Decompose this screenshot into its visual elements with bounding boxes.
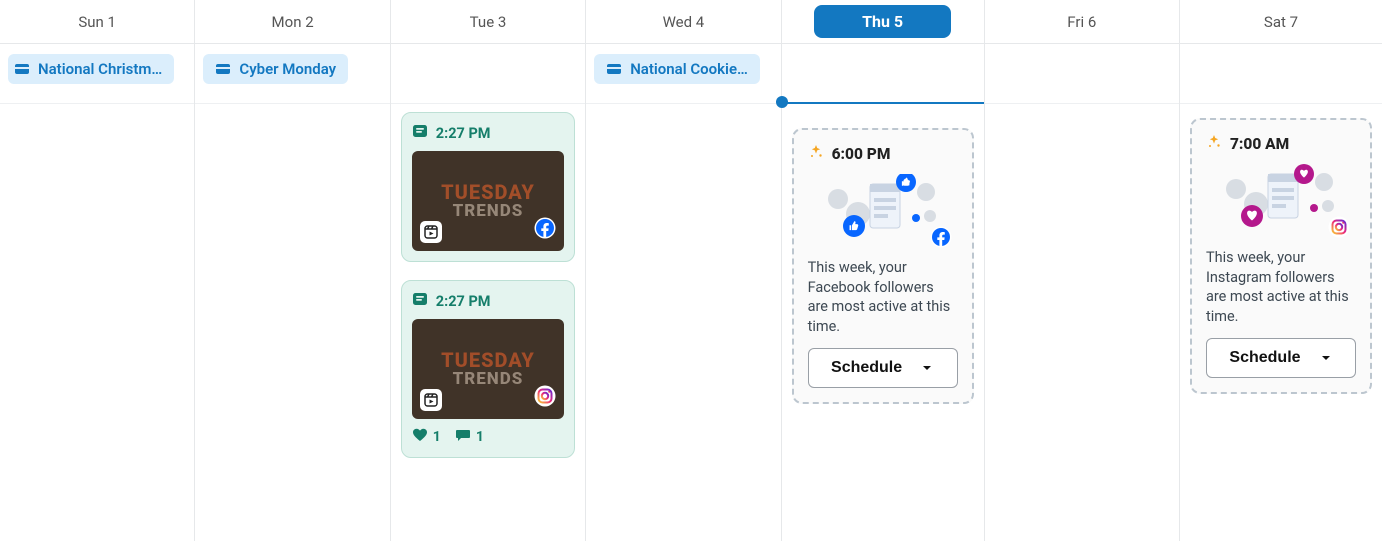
schedule-button[interactable]: Schedule xyxy=(1206,338,1356,378)
holiday-chip-wed[interactable]: National Cookie… xyxy=(594,54,760,84)
thumb-subtitle: TRENDS xyxy=(441,371,535,389)
suggestion-art xyxy=(808,174,958,248)
holiday-label: National Christm… xyxy=(38,60,162,78)
day-header-thu[interactable]: Thu 5 xyxy=(782,0,984,44)
day-header-mon[interactable]: Mon 2 xyxy=(195,0,389,44)
day-content-tue: 2:27 PM TUESDAY TRENDS xyxy=(391,102,585,458)
day-column-mon: Mon 2 Cyber Monday xyxy=(195,0,390,541)
day-label: Sun 1 xyxy=(78,13,116,31)
day-header-tue[interactable]: Tue 3 xyxy=(391,0,585,44)
day-label: Wed 4 xyxy=(663,13,705,31)
heart-icon xyxy=(412,427,428,447)
card-icon xyxy=(14,61,30,77)
post-time: 2:27 PM xyxy=(436,293,491,310)
post-stats: 1 1 xyxy=(412,427,564,447)
instagram-icon xyxy=(534,385,556,411)
day-column-fri: Fri 6 xyxy=(985,0,1180,541)
event-lane-sun: National Christm… xyxy=(0,44,194,102)
comments-count: 1 xyxy=(476,429,484,445)
suggestion-time: 7:00 AM xyxy=(1230,135,1289,153)
day-content-sat: 7:00 AM xyxy=(1180,102,1382,394)
day-label: Sat 7 xyxy=(1264,13,1298,31)
day-column-thu: Thu 5 6:00 PM xyxy=(782,0,985,541)
event-lane-mon: Cyber Monday xyxy=(195,44,389,102)
day-header-wed[interactable]: Wed 4 xyxy=(586,0,780,44)
post-thumbnail: TUESDAY TRENDS xyxy=(412,319,564,419)
suggestion-text: This week, your Instagram followers are … xyxy=(1206,248,1356,326)
post-thumbnail: TUESDAY TRENDS xyxy=(412,151,564,251)
day-header-sat[interactable]: Sat 7 xyxy=(1180,0,1382,44)
likes-count: 1 xyxy=(433,429,441,445)
day-column-sat: Sat 7 7:00 AM xyxy=(1180,0,1382,541)
day-column-tue: Tue 3 2:27 PM TUESDAY TRENDS xyxy=(391,0,586,541)
suggestion-time: 6:00 PM xyxy=(832,145,891,163)
post-type-icon xyxy=(412,291,428,311)
holiday-chip-mon[interactable]: Cyber Monday xyxy=(203,54,348,84)
sparkle-icon xyxy=(1206,134,1222,154)
comment-icon xyxy=(455,427,471,447)
schedule-button-label: Schedule xyxy=(831,359,902,377)
suggestion-head: 7:00 AM xyxy=(1206,134,1356,154)
event-lane-wed: National Cookie… xyxy=(586,44,780,102)
suggestion-head: 6:00 PM xyxy=(808,144,958,164)
day-header-fri[interactable]: Fri 6 xyxy=(985,0,1179,44)
holiday-chip-sun[interactable]: National Christm… xyxy=(8,54,174,84)
facebook-icon xyxy=(534,217,556,243)
day-content-thu: 6:00 PM xyxy=(782,102,984,404)
post-card-fb[interactable]: 2:27 PM TUESDAY TRENDS xyxy=(401,112,575,262)
card-icon xyxy=(606,61,622,77)
day-label: Mon 2 xyxy=(272,13,314,31)
today-pill: Thu 5 xyxy=(814,5,951,38)
day-column-sun: Sun 1 National Christm… xyxy=(0,0,195,541)
instagram-icon xyxy=(1328,216,1350,242)
post-card-ig[interactable]: 2:27 PM TUESDAY TRENDS xyxy=(401,280,575,458)
chevron-down-icon xyxy=(1319,351,1333,365)
holiday-label: Cyber Monday xyxy=(239,60,336,78)
post-meta: 2:27 PM xyxy=(412,123,564,143)
day-label: Thu 5 xyxy=(862,12,903,31)
chevron-down-icon xyxy=(920,361,934,375)
stat-comments: 1 xyxy=(455,427,484,447)
reel-icon xyxy=(420,221,442,243)
sparkle-icon xyxy=(808,144,824,164)
thumb-title: TUESDAY xyxy=(441,348,535,372)
suggestion-card-ig[interactable]: 7:00 AM xyxy=(1190,118,1372,394)
schedule-button-label: Schedule xyxy=(1229,349,1300,367)
thumb-subtitle: TRENDS xyxy=(441,203,535,221)
day-header-sun[interactable]: Sun 1 xyxy=(0,0,194,44)
thumb-title: TUESDAY xyxy=(441,180,535,204)
post-meta: 2:27 PM xyxy=(412,291,564,311)
facebook-icon xyxy=(930,226,952,252)
suggestion-art xyxy=(1206,164,1356,238)
day-label: Fri 6 xyxy=(1067,13,1096,31)
suggestion-card-fb[interactable]: 6:00 PM xyxy=(792,128,974,404)
post-time: 2:27 PM xyxy=(436,125,491,142)
week-calendar: Sun 1 National Christm… Mon 2 Cyber Mond… xyxy=(0,0,1382,541)
post-type-icon xyxy=(412,123,428,143)
reel-icon xyxy=(420,389,442,411)
card-icon xyxy=(215,61,231,77)
day-column-wed: Wed 4 National Cookie… xyxy=(586,0,781,541)
suggestion-text: This week, your Facebook followers are m… xyxy=(808,258,958,336)
stat-likes: 1 xyxy=(412,427,441,447)
holiday-label: National Cookie… xyxy=(630,60,748,78)
day-label: Tue 3 xyxy=(470,13,507,31)
schedule-button[interactable]: Schedule xyxy=(808,348,958,388)
